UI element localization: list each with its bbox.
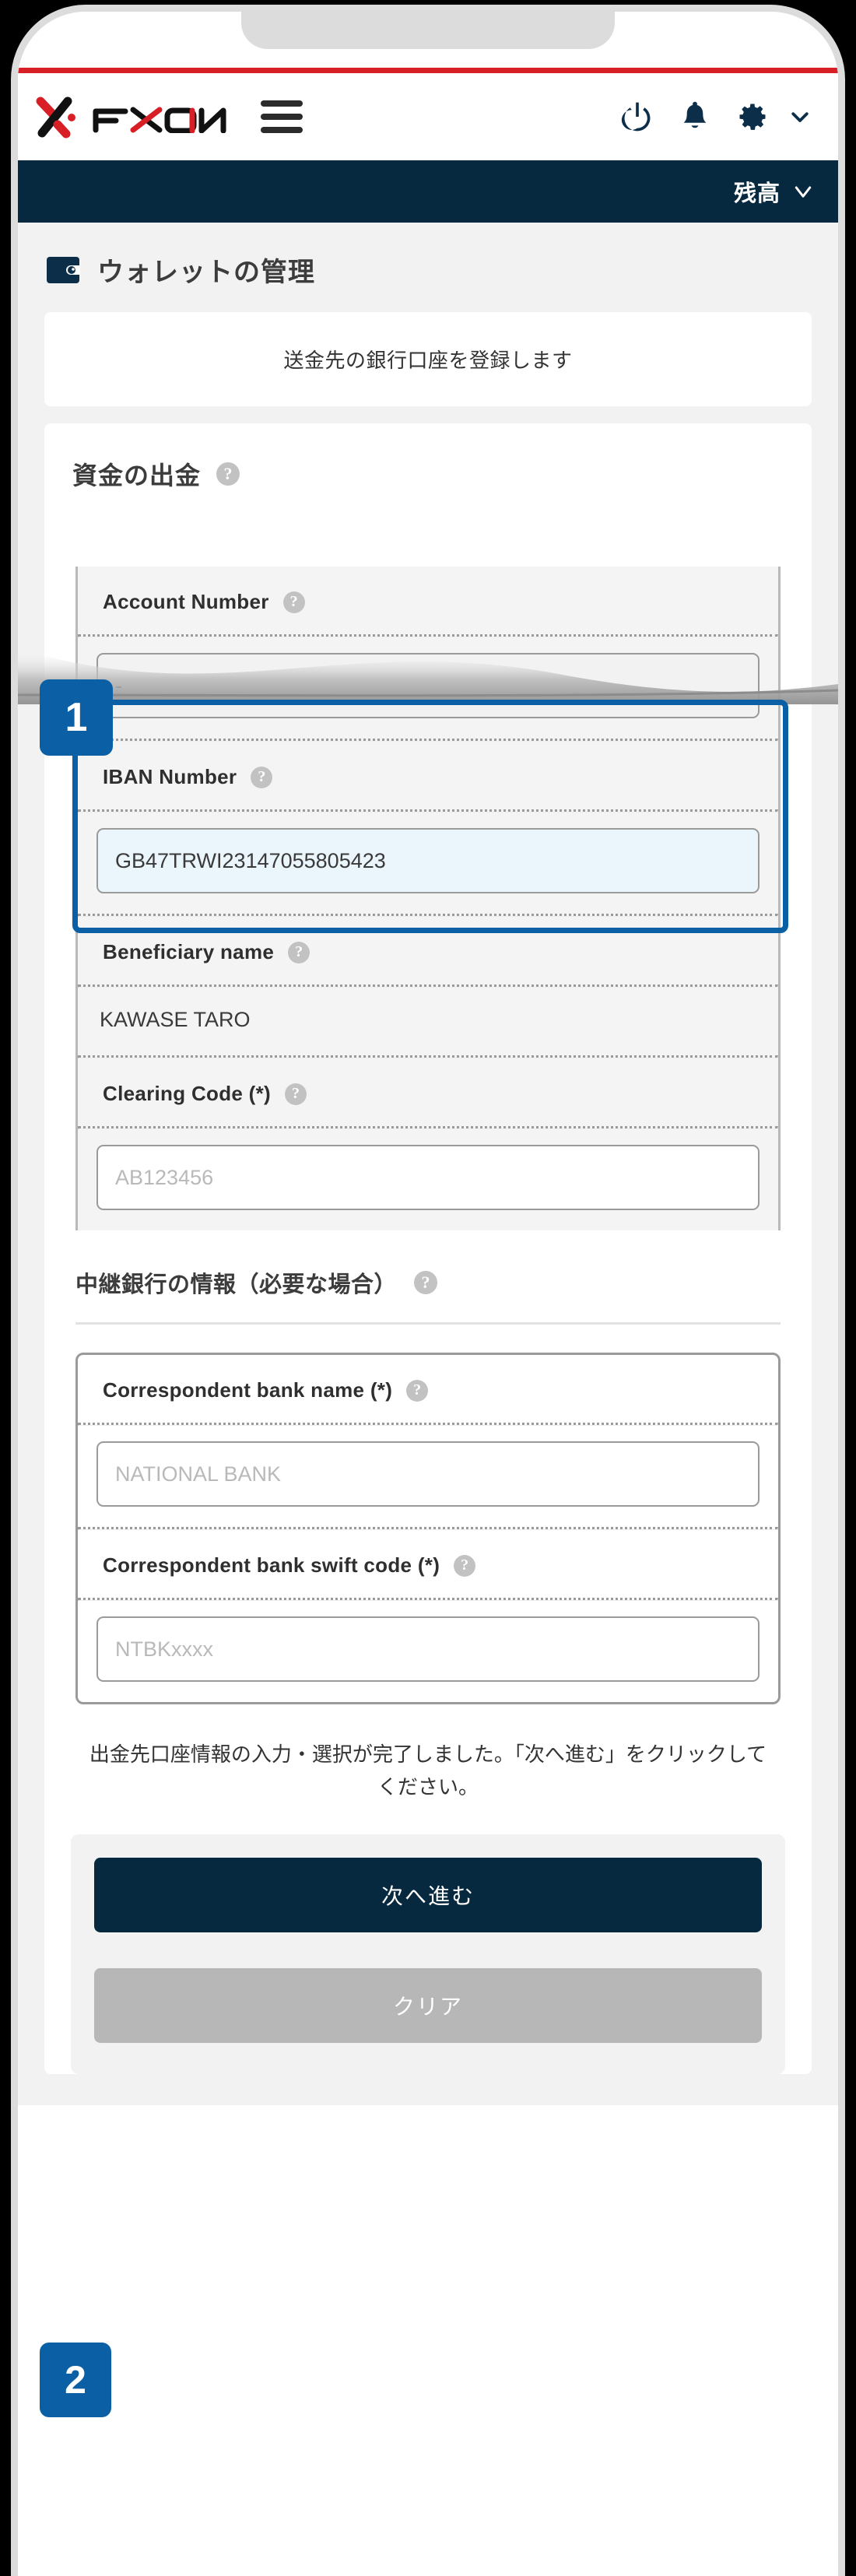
clearing-code-label-row: Clearing Code (*) ?	[78, 1058, 778, 1126]
power-icon[interactable]	[620, 100, 654, 134]
correspondent-bank-name-label-row: Correspondent bank name (*) ?	[78, 1355, 778, 1423]
help-icon[interactable]: ?	[406, 1379, 429, 1402]
intermediary-heading-row: 中継銀行の情報（必要な場合） ?	[44, 1230, 812, 1322]
intermediary-heading: 中継銀行の情報（必要な場合）	[75, 1272, 398, 1297]
step2-badge: 2	[40, 2343, 111, 2417]
iban-number-field: IBAN Number ?	[75, 739, 781, 914]
app-header	[18, 73, 838, 160]
iban-number-label-row: IBAN Number ?	[78, 742, 778, 809]
iban-number-input[interactable]	[96, 828, 760, 893]
correspondent-bank-swift-label: Correspondent bank swift code (*)	[103, 1553, 440, 1577]
hamburger-menu-button[interactable]	[261, 100, 303, 133]
fxon-mark-icon	[33, 93, 82, 140]
help-icon[interactable]: ?	[282, 591, 305, 613]
correspondent-bank-name-input-wrap	[78, 1426, 778, 1527]
beneficiary-name-field: Beneficiary name ? KAWASE TARO	[75, 914, 781, 1055]
account-number-label-row: Account Number ?	[78, 567, 778, 634]
help-icon[interactable]: ?	[414, 1271, 438, 1294]
next-step-button[interactable]: 次へ進む	[94, 1858, 762, 1933]
correspondent-bank-swift-label-row: Correspondent bank swift code (*) ?	[78, 1530, 778, 1598]
footer-note: 出金先口座情報の入力・選択が完了しました。「次へ進む」をクリックしてください。	[89, 1742, 767, 1799]
clearing-code-input-wrap	[78, 1129, 778, 1230]
brand-logo[interactable]	[33, 93, 226, 140]
withdraw-section-head: 資金の出金 ?	[44, 423, 812, 492]
hamburger-bar	[261, 127, 303, 133]
bell-icon[interactable]	[678, 100, 712, 134]
page-title: ウォレットの管理	[97, 258, 315, 287]
notice-text: 送金先の銀行口座を登録します	[283, 349, 573, 372]
gear-icon[interactable]	[735, 100, 770, 134]
withdraw-section-title: 資金の出金	[72, 462, 202, 490]
balance-label: 残高	[733, 181, 781, 206]
hamburger-bar	[261, 100, 303, 107]
chevron-down-icon[interactable]	[788, 105, 812, 128]
main-content: ウォレットの管理 送金先の銀行口座を登録します 資金の出金 ? Account …	[18, 223, 838, 2106]
action-button-card: 次へ進む クリア	[71, 1834, 785, 2075]
correspondent-bank-swift-input-wrap	[78, 1601, 778, 1702]
help-icon[interactable]: ?	[454, 1554, 476, 1577]
beneficiary-name-label: Beneficiary name	[103, 940, 275, 963]
hamburger-bar	[261, 114, 303, 120]
clearing-code-label: Clearing Code (*)	[103, 1082, 272, 1105]
header-actions	[620, 100, 812, 134]
account-number-field: Account Number ?	[75, 567, 781, 739]
fxon-wordmark-icon	[93, 100, 226, 134]
phone-frame: 残高 ウォレットの管理 送金先の銀行口座を登録します 資金の出金 ? Accou…	[0, 0, 856, 2576]
clear-button[interactable]: クリア	[94, 1968, 762, 2044]
clearing-code-field: Clearing Code (*) ?	[75, 1055, 781, 1230]
divider	[75, 1322, 781, 1325]
help-icon[interactable]: ?	[288, 941, 310, 963]
account-number-input-wrap	[78, 637, 778, 739]
clearing-code-input[interactable]	[96, 1145, 760, 1210]
correspondent-bank-swift-input[interactable]	[96, 1616, 760, 1682]
beneficiary-name-value: KAWASE TARO	[100, 1008, 251, 1031]
account-number-label: Account Number	[103, 590, 269, 613]
step1-badge: 1	[40, 679, 113, 756]
phone-notch	[241, 12, 615, 49]
help-icon[interactable]: ?	[216, 462, 240, 486]
beneficiary-name-label-row: Beneficiary name ?	[78, 917, 778, 984]
iban-number-input-wrap	[78, 812, 778, 914]
page-title-row: ウォレットの管理	[18, 223, 838, 312]
withdraw-section-card: 資金の出金 ? Account Number ? - IBAN Number ?…	[44, 423, 812, 2075]
account-number-input[interactable]	[96, 653, 760, 718]
app-screen: 残高 ウォレットの管理 送金先の銀行口座を登録します 資金の出金 ? Accou…	[18, 12, 838, 2576]
phone-body: 残高 ウォレットの管理 送金先の銀行口座を登録します 資金の出金 ? Accou…	[11, 5, 845, 2576]
iban-number-label: IBAN Number	[103, 765, 237, 788]
correspondent-bank-name-input[interactable]	[96, 1441, 760, 1507]
correspondent-bank-name-label: Correspondent bank name (*)	[103, 1378, 393, 1402]
help-icon[interactable]: ?	[251, 766, 273, 788]
brand-rule	[18, 68, 838, 73]
notice-card: 送金先の銀行口座を登録します	[44, 312, 812, 406]
wallet-icon	[46, 256, 80, 284]
correspondent-bank-group: Correspondent bank name (*) ? Correspond…	[75, 1353, 781, 1704]
chevron-down-icon[interactable]	[791, 180, 815, 203]
balance-bar[interactable]: 残高	[18, 160, 838, 223]
help-icon[interactable]: ?	[285, 1083, 307, 1105]
